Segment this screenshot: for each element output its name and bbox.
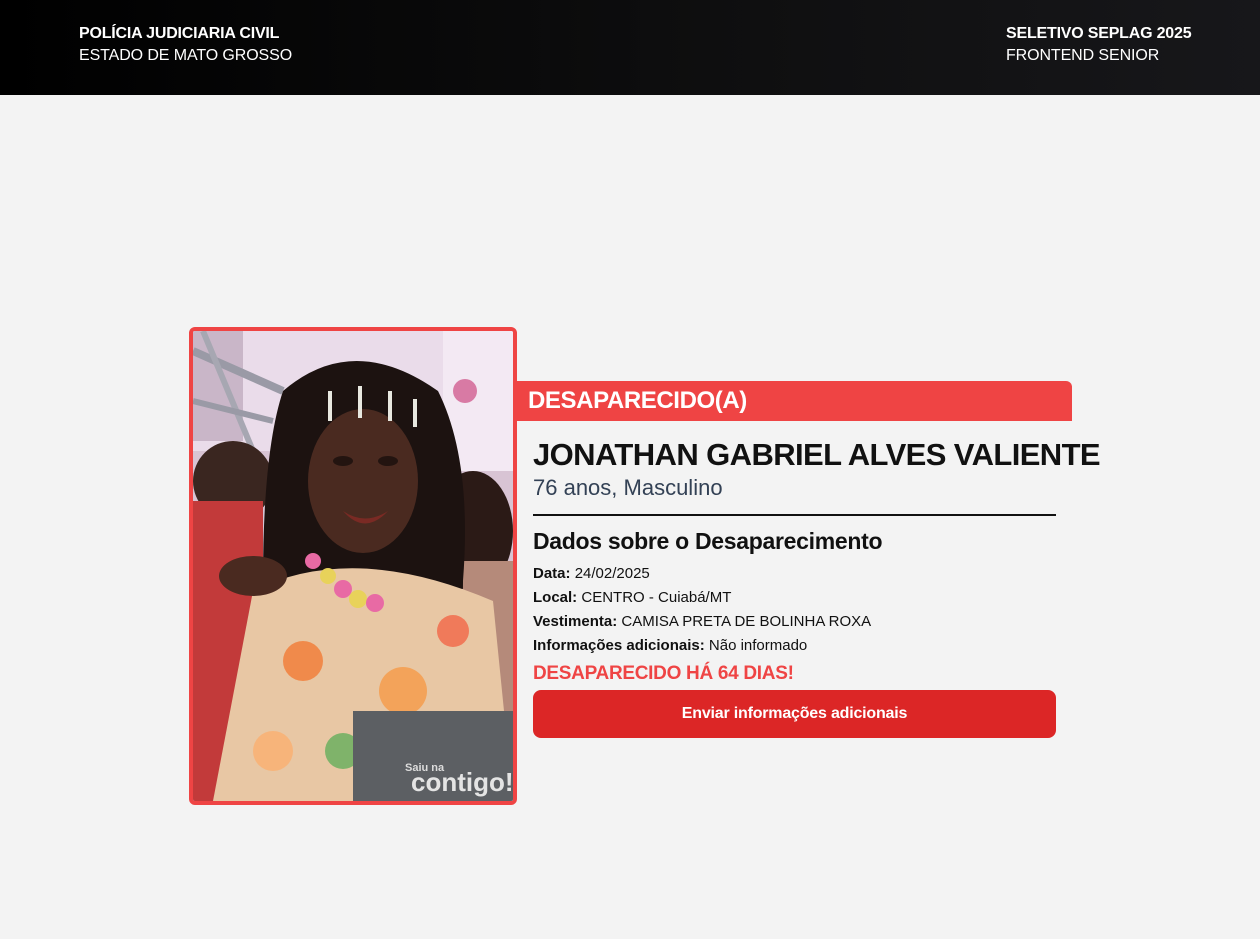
- field-clothing-value: CAMISA PRETA DE BOLINHA ROXA: [621, 613, 872, 630]
- section-title: Dados sobre o Desaparecimento: [533, 528, 883, 554]
- field-place: Local: CENTRO - Cuiabá/MT: [533, 586, 1056, 610]
- field-extra-info: Informações adicionais: Não informado: [533, 634, 1056, 658]
- header-agency-subtitle: ESTADO DE MATO GROSSO: [79, 47, 293, 64]
- missing-person-info: JONATHAN GABRIEL ALVES VALIENTE 76 anos,…: [533, 437, 1101, 738]
- header-project-subtitle: FRONTEND SENIOR: [1006, 47, 1160, 64]
- field-clothing-label: Vestimenta:: [533, 613, 618, 630]
- header-left-block: POLÍCIA JUDICIARIA CIVIL ESTADO DE MATO …: [79, 24, 292, 68]
- field-place-label: Local:: [533, 589, 578, 606]
- top-header: POLÍCIA JUDICIARIA CIVIL ESTADO DE MATO …: [0, 0, 1260, 95]
- send-info-button[interactable]: Enviar informações adicionais: [533, 690, 1056, 738]
- person-name: JONATHAN GABRIEL ALVES VALIENTE: [533, 437, 1101, 472]
- field-date-label: Data:: [533, 565, 571, 582]
- disappearance-details: Data: 24/02/2025 Local: CENTRO - Cuiabá/…: [533, 562, 1056, 658]
- field-clothing: Vestimenta: CAMISA PRETA DE BOLINHA ROXA: [533, 610, 1056, 634]
- status-banner: DESAPARECIDO(A): [516, 381, 1072, 421]
- header-project-title: SELETIVO SEPLAG 2025: [1006, 25, 1192, 42]
- days-missing-alert: DESAPARECIDO HÁ 64 DIAS!: [533, 663, 794, 684]
- photo-watermark-large: contigo!: [411, 767, 513, 797]
- field-date: Data: 24/02/2025: [533, 562, 1056, 586]
- header-right-block: SELETIVO SEPLAG 2025 FRONTEND SENIOR: [1006, 24, 1192, 68]
- field-date-value: 24/02/2025: [574, 565, 650, 582]
- header-agency-title: POLÍCIA JUDICIARIA CIVIL: [79, 25, 280, 42]
- divider: [533, 514, 1056, 516]
- field-extra-info-value: Não informado: [708, 637, 808, 654]
- field-place-value: CENTRO - Cuiabá/MT: [581, 589, 732, 606]
- person-age-gender: 76 anos, Masculino: [533, 475, 723, 500]
- person-photo: Saiu na contigo!: [189, 327, 517, 805]
- field-extra-info-label: Informações adicionais:: [533, 637, 705, 654]
